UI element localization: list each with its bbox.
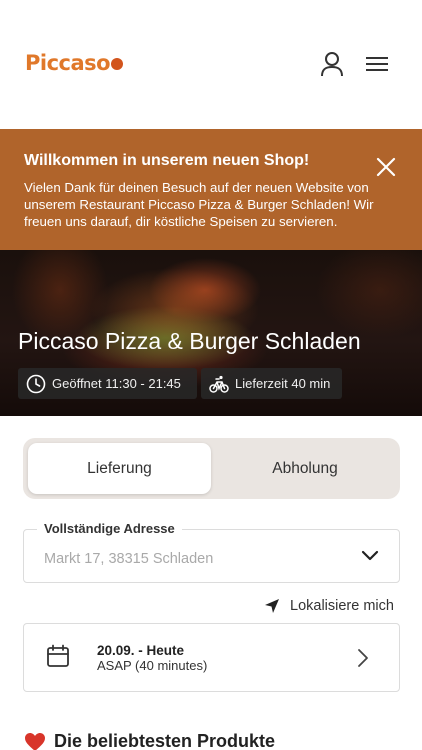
delivery-time-badge: Lieferzeit 40 min xyxy=(201,368,342,399)
chevron-down-icon xyxy=(361,550,379,561)
tab-pickup[interactable]: Abholung xyxy=(215,443,395,494)
hero-section: Piccaso Pizza & Burger Schladen Geöffnet… xyxy=(0,250,422,416)
tab-delivery[interactable]: Lieferung xyxy=(28,443,211,494)
calendar-icon xyxy=(47,644,69,667)
banner-title: Willkommen in unserem neuen Shop! xyxy=(24,152,310,169)
restaurant-name: Piccaso Pizza & Burger Schladen xyxy=(18,328,361,354)
schedule-date: 20.09. - Heute xyxy=(97,643,185,658)
heart-icon xyxy=(25,732,45,750)
address-placeholder: Markt 17, 38315 Schladen xyxy=(44,551,214,567)
bicycle-icon xyxy=(209,375,229,393)
locate-me-button[interactable]: Lokalisiere mich xyxy=(264,598,394,614)
schedule-time: ASAP (40 minutes) xyxy=(97,658,208,673)
location-arrow-icon xyxy=(265,599,279,613)
chevron-right-icon xyxy=(358,649,368,667)
locate-me-label: Lokalisiere mich xyxy=(290,598,394,614)
delivery-time-selector[interactable]: 20.09. - Heute ASAP (40 minutes) xyxy=(23,623,400,692)
logo-text: Piccaso xyxy=(25,51,111,75)
site-header: Piccaso xyxy=(0,0,422,129)
popular-products-title: Die beliebtesten Produkte xyxy=(54,731,276,750)
user-icon xyxy=(321,52,343,77)
menu-button[interactable] xyxy=(363,50,391,78)
clock-icon xyxy=(26,374,46,393)
opening-hours-text: Geöffnet 11:30 - 21:45 xyxy=(52,376,181,391)
banner-close-button[interactable] xyxy=(374,155,398,179)
hamburger-menu-icon xyxy=(366,57,388,71)
welcome-banner: Willkommen in unserem neuen Shop! Vielen… xyxy=(0,129,422,250)
close-icon xyxy=(376,157,396,177)
delivery-time-text: Lieferzeit 40 min xyxy=(235,376,331,391)
order-mode-toggle: Lieferung Abholung xyxy=(23,438,400,499)
address-label: Vollständige Adresse xyxy=(37,521,182,536)
logo[interactable]: Piccaso xyxy=(25,51,124,75)
address-select[interactable]: Vollständige Adresse Markt 17, 38315 Sch… xyxy=(23,521,400,583)
user-account-button[interactable] xyxy=(318,50,346,78)
pizza-ball-icon xyxy=(111,58,124,70)
banner-text: Vielen Dank für deinen Besuch auf der ne… xyxy=(24,180,374,229)
popular-products-heading: Die beliebtesten Produkte xyxy=(24,731,275,750)
opening-hours-badge: Geöffnet 11:30 - 21:45 xyxy=(18,368,197,399)
